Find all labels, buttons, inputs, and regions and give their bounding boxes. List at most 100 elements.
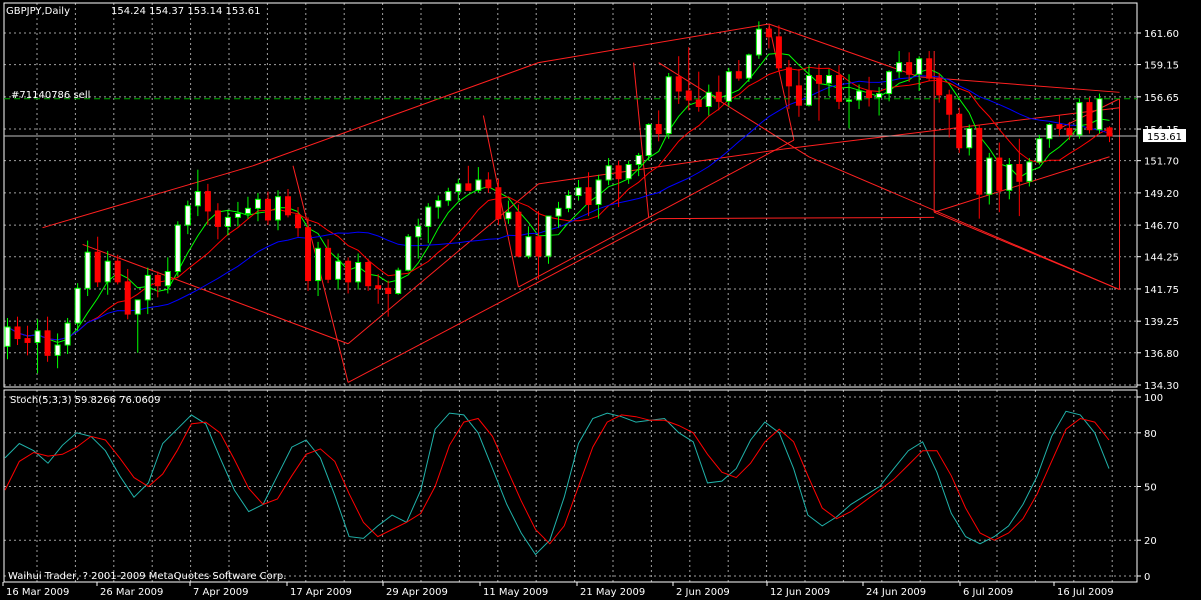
candle-body <box>1026 161 1033 182</box>
watermark: Waihui Trader, ? 2001-2009 MetaQuotes So… <box>8 571 286 582</box>
trend-line <box>658 216 935 220</box>
trading-chart[interactable]: 161.60159.15156.65154.15151.70149.20146.… <box>0 0 1201 600</box>
candle <box>64 317 71 355</box>
candle-body <box>94 251 101 283</box>
candle <box>395 267 402 295</box>
candle-body <box>966 127 973 149</box>
candle <box>1036 134 1043 165</box>
candle-body <box>745 54 752 79</box>
candle <box>695 71 702 112</box>
candle <box>795 69 802 117</box>
candle-body <box>144 274 151 301</box>
candle <box>24 325 31 356</box>
candle-body <box>104 260 111 283</box>
trend-lines <box>42 23 1121 383</box>
candle-body <box>595 179 602 205</box>
candle <box>625 160 632 184</box>
candle-body <box>1086 102 1093 131</box>
candle-body <box>495 187 502 220</box>
candle <box>976 124 983 219</box>
candle-body <box>325 247 332 280</box>
candle <box>104 250 111 295</box>
price-tick-label: 159.15 <box>1144 61 1179 72</box>
candle <box>715 75 722 111</box>
candle <box>174 221 181 277</box>
candle <box>775 25 782 72</box>
candle <box>595 174 602 219</box>
candle-body <box>14 326 21 340</box>
candle-body <box>264 198 271 221</box>
candle-body <box>936 77 943 96</box>
candle-body <box>445 191 452 202</box>
candle-body <box>24 338 31 343</box>
candle-body <box>535 236 542 257</box>
candle-body <box>415 225 422 238</box>
candle-body <box>305 227 312 282</box>
candle-body <box>114 260 121 283</box>
candle <box>946 89 953 138</box>
candle <box>164 257 171 294</box>
candle <box>224 209 231 236</box>
candle-body <box>515 211 522 257</box>
candle <box>765 26 772 49</box>
price-tick-label: 139.25 <box>1144 317 1179 328</box>
candle <box>124 268 131 320</box>
candle-body <box>946 94 953 115</box>
candle-body <box>465 183 472 191</box>
price-tick-label: 141.75 <box>1144 285 1179 296</box>
candle-body <box>555 207 562 217</box>
candle <box>525 226 532 259</box>
candle <box>785 60 792 110</box>
trend-line <box>808 156 1120 291</box>
candle-body <box>695 99 702 107</box>
price-tick-label: 149.20 <box>1144 189 1179 200</box>
candle-body <box>84 251 91 289</box>
date-tick-label: 16 Jul 2009 <box>1057 587 1114 598</box>
candle <box>956 107 963 153</box>
candle <box>1076 98 1083 139</box>
candle-body <box>805 75 812 106</box>
candle-body <box>345 260 352 283</box>
candle-body <box>1096 98 1103 131</box>
candle <box>1106 126 1113 143</box>
candle <box>565 190 572 213</box>
candle-body <box>375 285 382 289</box>
candle <box>535 210 542 280</box>
price-tick-label: 134.30 <box>1144 381 1179 392</box>
date-tick-label: 24 Jun 2009 <box>866 587 926 598</box>
candle-body <box>315 247 322 282</box>
candle-body <box>134 299 141 315</box>
candle-body <box>715 91 722 102</box>
candle-body <box>785 67 792 87</box>
candle-body <box>505 211 512 220</box>
candle <box>475 167 482 193</box>
date-tick-label: 7 Apr 2009 <box>193 587 248 598</box>
candle-body <box>685 90 692 101</box>
price-axis: 161.60159.15156.65154.15151.70149.20146.… <box>1137 29 1179 392</box>
candle <box>84 240 91 297</box>
candle-body <box>896 62 903 73</box>
candle <box>635 152 642 177</box>
candle <box>154 271 161 298</box>
candle <box>735 60 742 81</box>
candle <box>254 192 261 222</box>
candle-body <box>565 194 572 209</box>
trend-line <box>252 62 539 167</box>
price-tick-label: 151.70 <box>1144 157 1179 168</box>
candle-body <box>435 200 442 208</box>
stoch-tick-label: 100 <box>1144 393 1163 404</box>
candle-body <box>204 191 211 212</box>
candle-body <box>836 75 843 102</box>
candle <box>665 72 672 139</box>
stoch-axis: 100 80 50 20 0 <box>1137 393 1163 583</box>
candle-body <box>916 58 923 75</box>
candle-body <box>675 76 682 92</box>
candle <box>836 65 843 110</box>
candle-body <box>525 236 532 257</box>
candle <box>465 165 472 191</box>
candle-body <box>64 322 71 346</box>
candle <box>34 319 41 374</box>
candle-body <box>254 198 261 209</box>
candle-body <box>1006 164 1013 191</box>
candle <box>575 179 582 201</box>
